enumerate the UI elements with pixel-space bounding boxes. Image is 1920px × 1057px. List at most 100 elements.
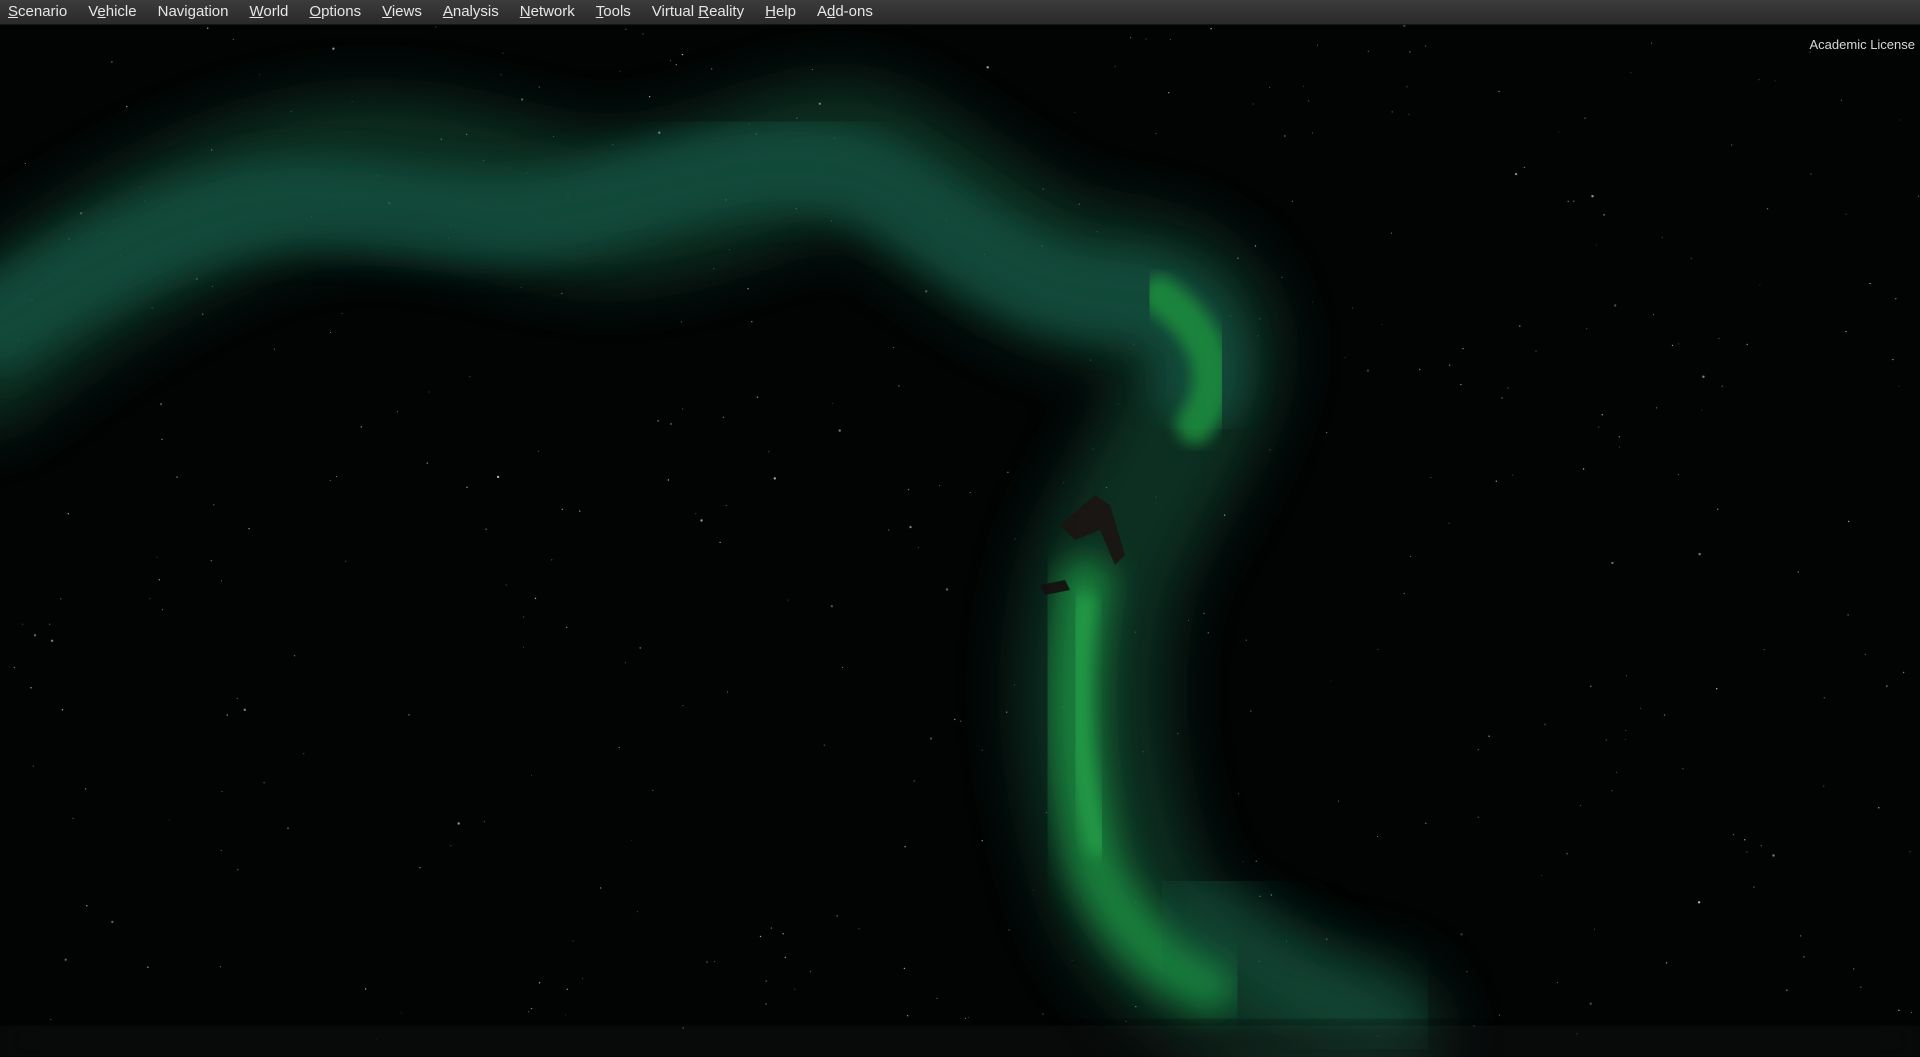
star [528,1011,530,1013]
star [888,529,890,531]
star [237,869,239,871]
star [1899,119,1901,121]
star [765,980,767,982]
star [450,845,452,847]
star [49,623,51,625]
star [1557,982,1559,984]
star [1410,556,1411,558]
star [747,288,749,290]
star [1744,839,1746,841]
star [768,450,770,453]
star [652,789,654,791]
star [457,822,460,825]
star [1408,113,1410,115]
star [1448,364,1451,366]
star [965,1017,966,1019]
star [711,68,713,70]
star [1698,552,1701,556]
star [1425,822,1427,824]
star [149,598,151,600]
star [1351,307,1353,309]
star [893,347,895,348]
star [1495,480,1498,482]
star [1512,474,1514,476]
star [226,714,228,716]
star [1663,714,1666,716]
star [1344,357,1346,358]
menu-views[interactable]: Views [376,1,428,24]
star [1042,1013,1044,1015]
star [809,970,812,973]
star [168,819,170,821]
star [1269,86,1271,88]
star [1242,861,1244,863]
star [24,163,26,164]
star [496,475,500,479]
star [1207,632,1210,634]
star [1311,301,1313,303]
star [1845,213,1847,215]
star [1656,407,1657,409]
star [1898,1009,1900,1011]
star [579,510,581,512]
star [669,60,671,62]
menu-options[interactable]: Options [303,1,367,24]
star [1902,671,1905,674]
star [1312,132,1314,134]
menu-help[interactable]: Help [759,1,802,24]
star [1598,426,1600,428]
flight-sim-window: Scenario Vehicle Navigation World Option… [0,0,1920,1057]
menu-virtual-reality[interactable]: Virtual Reality [646,1,750,24]
star [782,933,784,935]
star [1753,886,1755,888]
menu-add-ons[interactable]: Add-ons [811,1,879,24]
menu-world[interactable]: World [244,1,295,24]
star [1177,732,1179,735]
star [156,556,158,558]
star [904,846,906,848]
star [1586,328,1588,330]
star [1886,685,1888,687]
star [831,402,833,404]
menu-vehicle[interactable]: Vehicle [82,1,142,24]
star [210,560,212,562]
star [1145,38,1147,40]
star [1223,514,1226,516]
star [60,598,62,600]
star [1488,735,1490,737]
star [1716,688,1718,690]
star [1284,135,1286,137]
star [1589,1002,1592,1005]
star [599,887,602,889]
star [1611,790,1613,792]
star [907,488,910,491]
menu-network[interactable]: Network [514,1,581,24]
star [959,720,962,722]
star [1603,214,1605,216]
star [1766,208,1769,210]
menu-analysis[interactable]: Analysis [437,1,505,24]
star [67,513,70,515]
star [158,579,161,581]
star [811,69,813,70]
star [624,662,627,664]
star [364,988,367,990]
3d-viewport[interactable]: Academic License [0,25,1920,1057]
menu-tools[interactable]: Tools [590,1,637,24]
star [1391,111,1393,113]
star [1758,79,1760,81]
star [273,348,275,350]
star [1845,330,1847,333]
star [85,788,87,790]
star [1898,385,1900,387]
star [1682,768,1684,770]
menu-navigation[interactable]: Navigation [152,1,235,24]
star [1615,771,1617,773]
star [906,1015,909,1017]
star [700,519,703,522]
star [1074,111,1076,113]
star [220,966,222,968]
star [1619,446,1620,448]
star [648,96,651,98]
menu-scenario[interactable]: Scenario [2,1,73,24]
